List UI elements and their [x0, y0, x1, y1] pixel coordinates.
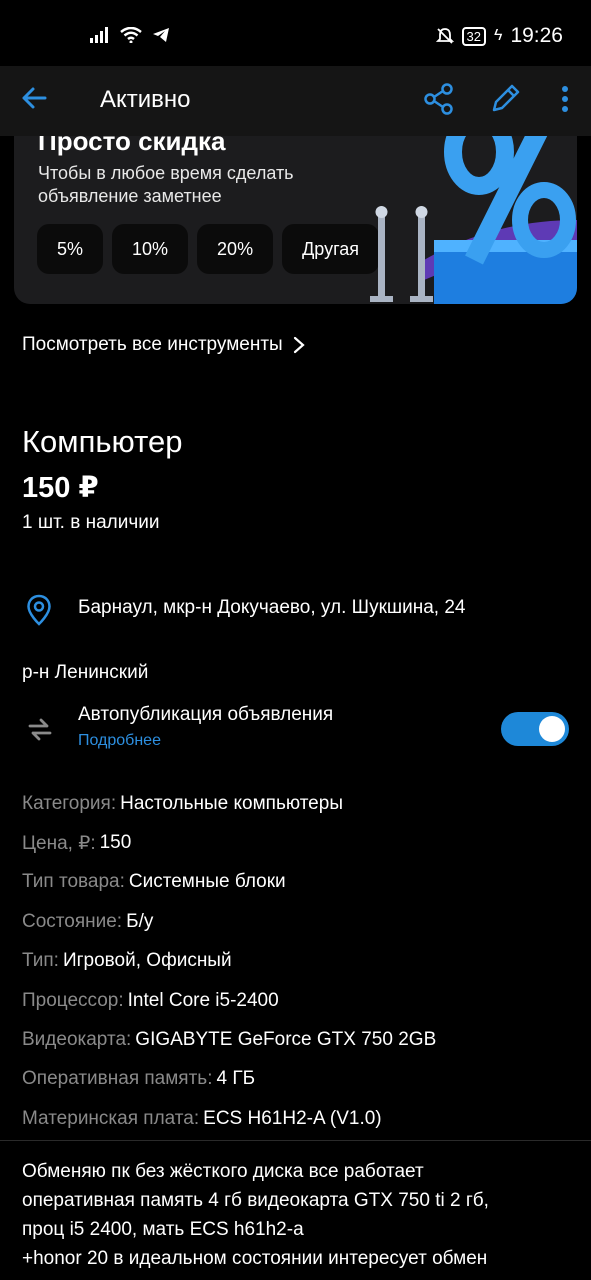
spec-key: Материнская плата:	[22, 1107, 200, 1129]
spec-row: Оперативная память: 4 ГБ	[22, 1060, 436, 1099]
spec-value: Настольные компьютеры	[120, 792, 343, 814]
spec-value: 150	[99, 832, 132, 854]
listing-district: р-н Ленинский	[22, 662, 149, 683]
listing-title: Компьютер	[22, 424, 183, 459]
wifi-icon	[120, 27, 142, 43]
view-all-tools-label: Посмотреть все инструменты	[22, 334, 283, 355]
spec-row: Состояние: Б/у	[22, 902, 436, 941]
spec-value: Системные блоки	[128, 871, 286, 893]
bell-off-icon	[435, 28, 454, 44]
spec-row: Категория: Настольные компьютеры	[22, 784, 436, 823]
spec-value: Intel Core i5-2400	[127, 989, 279, 1011]
toggle-knob	[539, 716, 565, 742]
spec-row: Тип: Игровой, Офисный	[22, 942, 436, 981]
discount-option-5[interactable]: 5%	[37, 224, 104, 274]
listing-price: 150 ₽	[22, 472, 99, 504]
listing-address: Барнаул, мкр-н Докучаево, ул. Шукшина, 2…	[78, 597, 466, 618]
spec-key: Оперативная память:	[22, 1068, 213, 1090]
discount-options: 5% 10% 20% Другая	[37, 224, 380, 274]
discount-option-20[interactable]: 20%	[197, 224, 274, 274]
percent-illustration	[370, 110, 577, 304]
listing-stock: 1 шт. в наличии	[22, 512, 160, 533]
spec-row: Видеокарта: GIGABYTE GeForce GTX 750 2GB	[22, 1020, 436, 1059]
status-bar: 32 ϟ 19:26	[0, 0, 591, 66]
spec-key: Цена, ₽:	[22, 832, 96, 854]
discount-option-10[interactable]: 10%	[112, 224, 189, 274]
divider	[0, 1140, 591, 1141]
back-arrow-icon[interactable]	[20, 84, 48, 112]
spec-key: Категория:	[22, 792, 117, 814]
spec-value: GIGABYTE GeForce GTX 750 2GB	[135, 1029, 437, 1051]
autopublish-toggle[interactable]	[501, 712, 569, 746]
specs-list: Категория: Настольные компьютеры Цена, ₽:…	[22, 784, 436, 1139]
autopublish-label: Автопубликация объявления	[78, 704, 334, 725]
status-icons-right: 32 ϟ 19:26	[435, 24, 563, 48]
listing-description: Обменяю пк без жёсткого диска все работа…	[22, 1161, 489, 1269]
autopublish-repeat-icon	[28, 718, 52, 741]
edit-pencil-icon[interactable]	[490, 82, 522, 114]
spec-row: Материнская плата: ECS H61H2-A (V1.0)	[22, 1099, 436, 1138]
spec-key: Процессор:	[22, 989, 124, 1011]
signal-icon	[90, 27, 108, 43]
status-icons-left	[90, 27, 170, 43]
spec-value: 4 ГБ	[216, 1068, 256, 1090]
spec-row: Процессор: Intel Core i5-2400	[22, 981, 436, 1020]
location-pin-icon	[27, 594, 51, 626]
charging-icon: ϟ	[493, 27, 503, 44]
spec-key: Видеокарта:	[22, 1029, 132, 1051]
status-time: 19:26	[510, 24, 563, 47]
spec-row: Цена, ₽: 150	[22, 823, 436, 862]
battery-level: 32	[461, 26, 486, 46]
share-icon[interactable]	[424, 83, 454, 115]
spec-key: Тип:	[22, 950, 59, 972]
promo-subtitle: Чтобы в любое время сделать объявление з…	[38, 163, 294, 206]
autopublish-more-link[interactable]: Подробнее	[78, 732, 161, 750]
spec-value: Игровой, Офисный	[62, 950, 232, 972]
discount-promo-card: Просто скидка Чтобы в любое время сделат…	[14, 110, 577, 304]
spec-row: Тип товара: Системные блоки	[22, 863, 436, 902]
telegram-icon	[153, 28, 169, 42]
chevron-right-icon	[293, 336, 305, 354]
spec-value: ECS H61H2-A (V1.0)	[203, 1107, 382, 1129]
spec-key: Состояние:	[22, 910, 123, 932]
more-vert-icon[interactable]	[558, 84, 572, 116]
spec-key: Тип товара:	[22, 871, 125, 893]
page-title: Активно	[100, 86, 191, 113]
view-all-tools-link[interactable]: Посмотреть все инструменты	[22, 334, 305, 356]
spec-value: Б/у	[126, 910, 154, 932]
app-bar: Активно	[0, 66, 591, 136]
